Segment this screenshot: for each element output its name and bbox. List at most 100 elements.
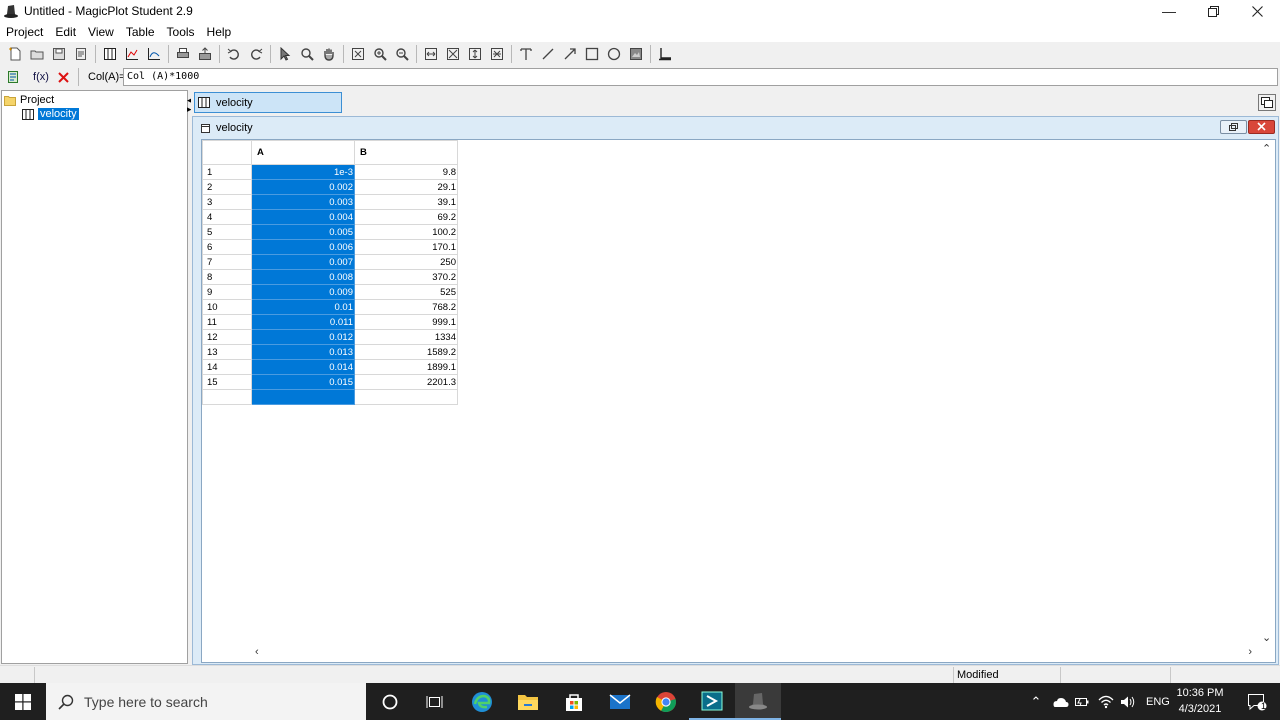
chrome-button[interactable]	[643, 683, 689, 720]
menu-tools[interactable]: Tools	[161, 22, 201, 42]
scroll-up-icon[interactable]: ⌃	[1262, 142, 1271, 155]
cell-a[interactable]: 0.002	[251, 179, 355, 195]
wifi-icon[interactable]	[1098, 695, 1114, 709]
cell-a[interactable]	[251, 389, 355, 405]
cell-b[interactable]: 69.2	[354, 209, 458, 225]
cell-b[interactable]: 1899.1	[354, 359, 458, 375]
set-formula-button[interactable]	[2, 66, 24, 88]
redo-button[interactable]	[245, 43, 267, 65]
cell-b[interactable]: 999.1	[354, 314, 458, 330]
cell-a[interactable]: 0.003	[251, 194, 355, 210]
open-button[interactable]	[26, 43, 48, 65]
zoom-region-button[interactable]	[296, 43, 318, 65]
child-restore-button[interactable]	[1220, 120, 1247, 134]
mail-button[interactable]	[597, 683, 643, 720]
menu-table[interactable]: Table	[120, 22, 161, 42]
rectangle-tool-button[interactable]	[581, 43, 603, 65]
scroll-left-icon[interactable]: ‹	[255, 646, 259, 658]
cell-a[interactable]: 0.004	[251, 209, 355, 225]
cell-a[interactable]: 0.008	[251, 269, 355, 285]
cell-a[interactable]: 0.014	[251, 359, 355, 375]
cell-b[interactable]: 39.1	[354, 194, 458, 210]
row-number[interactable]: 9	[202, 284, 252, 300]
menu-edit[interactable]: Edit	[49, 22, 82, 42]
row-number[interactable]: 12	[202, 329, 252, 345]
undo-button[interactable]	[223, 43, 245, 65]
child-close-button[interactable]	[1248, 120, 1275, 134]
cell-a[interactable]: 0.006	[251, 239, 355, 255]
cancel-formula-button[interactable]	[52, 66, 74, 88]
horizontal-scrollbar[interactable]: ‹ ›	[202, 645, 1260, 662]
row-number[interactable]: 13	[202, 344, 252, 360]
row-number[interactable]: 2	[202, 179, 252, 195]
cell-b[interactable]: 2201.3	[354, 374, 458, 390]
save-as-button[interactable]	[70, 43, 92, 65]
axes-tool-button[interactable]	[654, 43, 676, 65]
export-button[interactable]	[194, 43, 216, 65]
cell-b[interactable]: 768.2	[354, 299, 458, 315]
fit-y-button[interactable]	[464, 43, 486, 65]
arrow-tool-button[interactable]	[559, 43, 581, 65]
cell-a[interactable]: 0.012	[251, 329, 355, 345]
cell-a[interactable]: 0.015	[251, 374, 355, 390]
cell-a[interactable]: 0.007	[251, 254, 355, 270]
fx-button[interactable]: f(x)	[30, 66, 52, 88]
row-number[interactable]: 10	[202, 299, 252, 315]
column-header-b[interactable]: B	[354, 140, 458, 165]
cell-b[interactable]: 525	[354, 284, 458, 300]
menu-project[interactable]: Project	[0, 22, 49, 42]
cell-b[interactable]	[354, 389, 458, 405]
cell-a[interactable]: 0.009	[251, 284, 355, 300]
row-number[interactable]	[202, 389, 252, 405]
formula-input[interactable]: Col (A)*1000	[123, 68, 1278, 86]
fit-xy-button[interactable]	[442, 43, 464, 65]
cell-a[interactable]: 1e-3	[251, 164, 355, 180]
action-center-button[interactable]: 1	[1234, 683, 1280, 720]
column-header-a[interactable]: A	[251, 140, 355, 165]
text-tool-button[interactable]	[515, 43, 537, 65]
zoom-in-button[interactable]	[369, 43, 391, 65]
speaker-icon[interactable]	[1120, 695, 1136, 709]
row-number[interactable]: 15	[202, 374, 252, 390]
close-window-button[interactable]	[1234, 0, 1280, 22]
cell-b[interactable]: 9.8	[354, 164, 458, 180]
cell-b[interactable]: 1589.2	[354, 344, 458, 360]
scroll-down-icon[interactable]: ⌄	[1262, 631, 1271, 644]
chevron-up-icon[interactable]: ⌃	[1027, 694, 1045, 710]
print-button[interactable]	[172, 43, 194, 65]
cortana-button[interactable]	[367, 683, 413, 720]
tree-item-velocity[interactable]: velocity	[22, 107, 79, 121]
onedrive-cloud-icon[interactable]	[1051, 696, 1069, 708]
zoom-out-button[interactable]	[391, 43, 413, 65]
cell-b[interactable]: 250	[354, 254, 458, 270]
pan-tool-button[interactable]	[318, 43, 340, 65]
fit-x-button[interactable]	[420, 43, 442, 65]
child-title-bar[interactable]: velocity	[193, 117, 1278, 139]
fit-all-button[interactable]	[486, 43, 508, 65]
start-button[interactable]	[0, 683, 46, 720]
row-number[interactable]: 1	[202, 164, 252, 180]
row-number[interactable]: 11	[202, 314, 252, 330]
row-number[interactable]: 3	[202, 194, 252, 210]
cell-b[interactable]: 29.1	[354, 179, 458, 195]
row-number[interactable]: 6	[202, 239, 252, 255]
new-project-button[interactable]	[4, 43, 26, 65]
tab-velocity[interactable]: velocity	[194, 92, 342, 113]
task-view-button[interactable]	[412, 683, 458, 720]
fit-button[interactable]	[347, 43, 369, 65]
scroll-right-icon[interactable]: ›	[1248, 646, 1252, 658]
image-tool-button[interactable]	[625, 43, 647, 65]
taskbar-clock[interactable]: 10:36 PM 4/3/2021	[1170, 685, 1230, 717]
minimize-button[interactable]: —	[1146, 0, 1192, 22]
line-tool-button[interactable]	[537, 43, 559, 65]
input-language[interactable]: ENG	[1146, 696, 1170, 708]
cell-b[interactable]: 1334	[354, 329, 458, 345]
corner-cell[interactable]	[202, 140, 252, 165]
pointer-tool-button[interactable]	[274, 43, 296, 65]
cell-b[interactable]: 370.2	[354, 269, 458, 285]
row-number[interactable]: 4	[202, 209, 252, 225]
cell-b[interactable]: 100.2	[354, 224, 458, 240]
new-plot-button[interactable]	[121, 43, 143, 65]
cell-a[interactable]: 0.013	[251, 344, 355, 360]
taskbar-search[interactable]: Type here to search	[46, 683, 366, 720]
